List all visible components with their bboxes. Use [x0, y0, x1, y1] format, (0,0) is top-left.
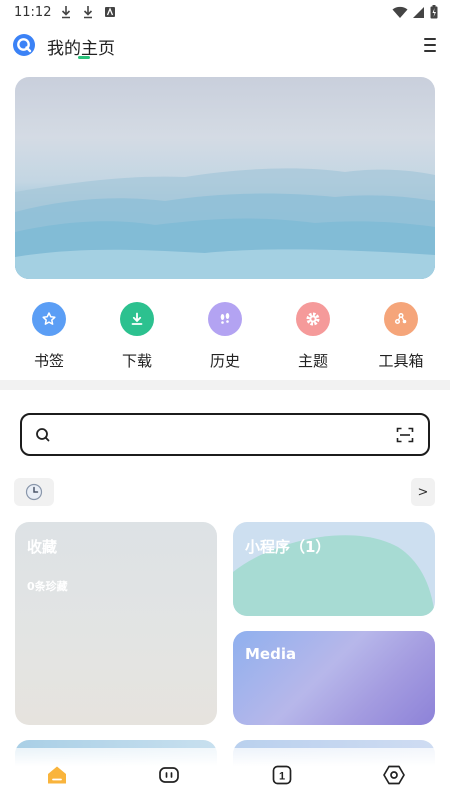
- scan-icon[interactable]: [396, 426, 414, 444]
- favorites-title: 收藏: [27, 538, 58, 556]
- download-icon: [120, 302, 154, 336]
- bookmarks-label: 书签: [33, 352, 64, 370]
- status-time: 11:12: [14, 5, 52, 20]
- download-status-icon: [61, 6, 71, 19]
- more-button[interactable]: >: [411, 478, 435, 506]
- downloads-button[interactable]: 下载: [97, 302, 177, 371]
- svg-text:1: 1: [279, 771, 285, 783]
- search-bar[interactable]: [20, 413, 430, 456]
- header: 我的主页: [0, 28, 450, 64]
- title-underline: [78, 56, 90, 59]
- chat-icon: [159, 767, 179, 783]
- themes-label: 主题: [297, 352, 328, 370]
- settings-hex-icon: [383, 765, 405, 785]
- media-card[interactable]: Media: [233, 631, 435, 725]
- clock-icon: [25, 483, 43, 501]
- downloads-label: 下载: [121, 352, 152, 370]
- banner-image[interactable]: [15, 77, 435, 279]
- wifi-icon: [392, 6, 408, 18]
- gear-icon: [296, 302, 330, 336]
- favorites-count: 0条珍藏: [27, 580, 68, 593]
- favorites-card[interactable]: 收藏 0条珍藏: [15, 522, 217, 725]
- nav-settings[interactable]: [381, 762, 407, 788]
- section-divider: [0, 380, 450, 390]
- mini-programs-card[interactable]: 小程序（1）: [233, 522, 435, 616]
- toolbox-button[interactable]: 工具箱: [361, 302, 441, 371]
- search-icon: [36, 428, 50, 442]
- app-status-icon: [105, 7, 115, 17]
- app-logo-icon[interactable]: [12, 33, 36, 57]
- search-input[interactable]: [62, 423, 382, 447]
- bookmarks-button[interactable]: 书签: [9, 302, 89, 371]
- themes-button[interactable]: 主题: [273, 302, 353, 371]
- menu-icon[interactable]: [424, 38, 436, 52]
- mini-programs-title: 小程序（1）: [245, 538, 331, 556]
- toolbox-icon: [384, 302, 418, 336]
- home-icon: [48, 766, 66, 784]
- nav-tabs[interactable]: 1: [269, 762, 295, 788]
- star-icon: [32, 302, 66, 336]
- tabs-count-icon: 1: [272, 765, 292, 785]
- footprints-icon: [208, 302, 242, 336]
- history-button[interactable]: 历史: [185, 302, 265, 371]
- media-title: Media: [245, 645, 297, 663]
- signal-icon: [413, 6, 424, 18]
- download-status-icon: [83, 6, 93, 19]
- toolbox-label: 工具箱: [378, 352, 424, 370]
- mountain-landscape: [15, 168, 435, 279]
- nav-home[interactable]: [44, 762, 70, 788]
- history-label: 历史: [209, 352, 240, 370]
- bottom-nav: 1: [0, 748, 450, 800]
- quick-actions: 书签 下载 历史 主题 工具箱: [0, 302, 450, 372]
- status-bar: 11:12: [0, 0, 450, 26]
- recent-clock-button[interactable]: [14, 478, 54, 506]
- nav-chat[interactable]: [156, 762, 182, 788]
- battery-icon: [430, 5, 438, 19]
